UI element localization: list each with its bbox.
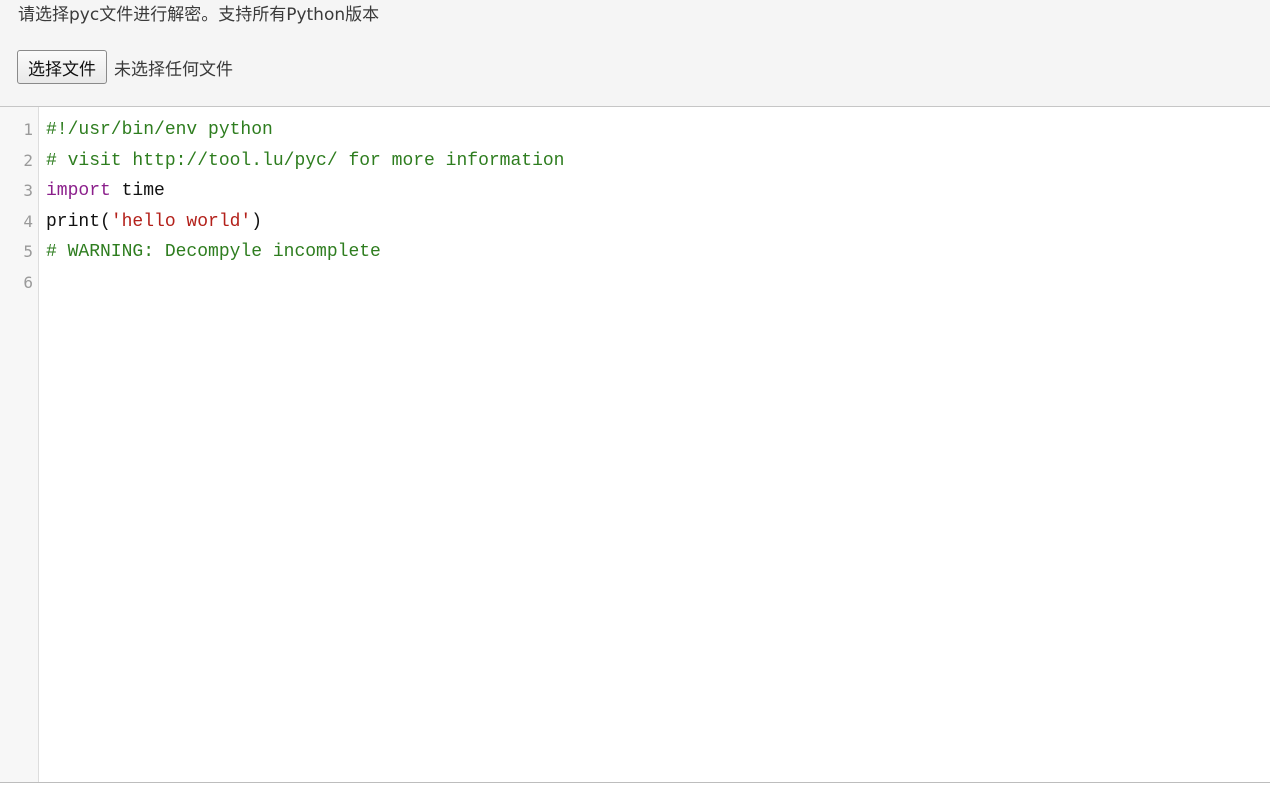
code-token-plain: time: [110, 181, 165, 202]
code-token-comment: # WARNING: Decompyle incomplete: [46, 242, 381, 263]
upload-panel: 请选择pyc文件进行解密。支持所有Python版本 选择文件 未选择任何文件: [0, 0, 1270, 107]
code-token-plain: ): [251, 211, 263, 232]
choose-file-button[interactable]: 选择文件: [17, 50, 107, 84]
code-token-plain: print(: [46, 211, 111, 232]
code-editor[interactable]: 1 2 3 4 5 6 #!/usr/bin/env python # visit http…: [0, 107, 1270, 783]
line-number: 3: [23, 181, 33, 201]
code-token-comment: # visit http://tool.lu/pyc/ for more inf…: [46, 150, 565, 171]
code-token-comment: #!/usr/bin/env python: [46, 120, 273, 140]
instruction-text: 请选择pyc文件进行解密。支持所有Python版本: [18, 5, 380, 25]
line-number: 2: [23, 150, 33, 170]
code-token-string: 'hello world': [110, 211, 252, 232]
code-line[interactable]: # WARNING: Decompyle incomplete: [46, 237, 1270, 268]
code-line[interactable]: print('hello world'): [46, 207, 1270, 238]
line-number: 5: [23, 242, 33, 262]
code-token-keyword: import: [46, 181, 111, 202]
code-line[interactable]: [46, 268, 1270, 299]
line-number-gutter: 1 2 3 4 5 6: [0, 107, 39, 782]
code-line[interactable]: #!/usr/bin/env python: [46, 115, 1270, 146]
code-area[interactable]: #!/usr/bin/env python # visit http://tool…: [46, 115, 1270, 299]
line-number: 4: [23, 211, 33, 231]
file-status-text: 未选择任何文件: [114, 59, 233, 80]
line-number: 6: [23, 272, 33, 292]
line-numbers: 1 2 3 4 5 6: [0, 115, 33, 299]
code-line[interactable]: # visit http://tool.lu/pyc/ for more inf…: [46, 146, 1270, 177]
file-input[interactable]: 选择文件 未选择任何文件: [17, 50, 233, 84]
line-number: 1: [23, 120, 33, 139]
code-line[interactable]: import time: [46, 176, 1270, 207]
